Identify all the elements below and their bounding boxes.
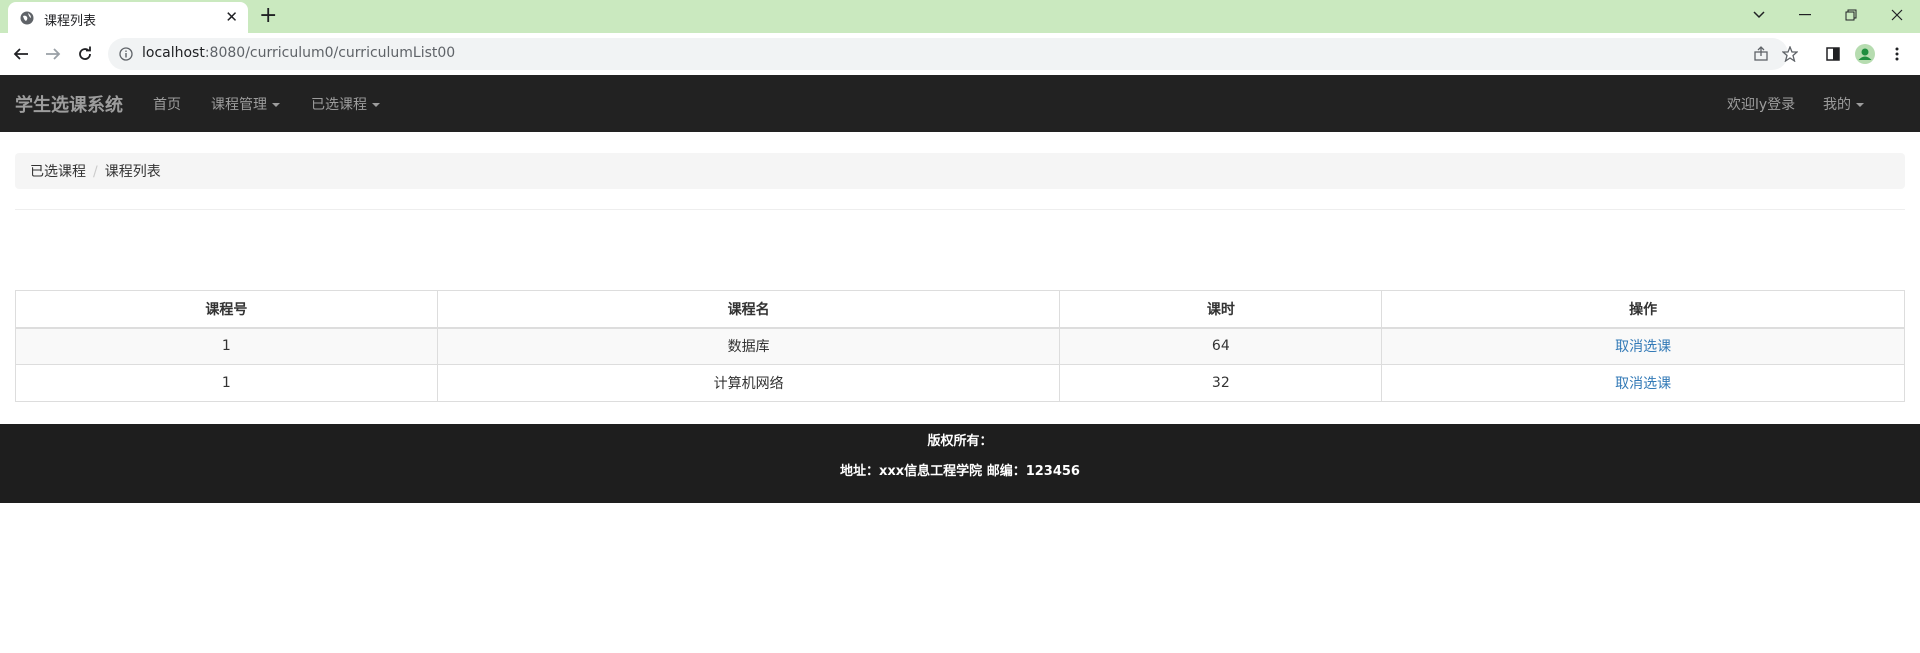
cancel-selection-link[interactable]: 取消选课: [1615, 376, 1671, 392]
globe-icon: [20, 11, 34, 25]
nav-link-home[interactable]: 首页: [153, 94, 181, 114]
bookmark-star-icon[interactable]: [1781, 45, 1799, 63]
table-header-row: 课程号 课程名 课时 操作: [15, 290, 1905, 329]
nav-dropdown-label: 已选课程: [311, 97, 367, 113]
tab-search-icon[interactable]: [1736, 0, 1782, 30]
side-panel-icon[interactable]: [1823, 44, 1843, 64]
nav-welcome[interactable]: 欢迎ly登录: [1727, 94, 1795, 114]
table-row: 1 计算机网络 32 取消选课: [15, 364, 1905, 402]
nav-dropdown-selected-courses[interactable]: 已选课程: [311, 94, 380, 114]
browser-tab[interactable]: 课程列表 ✕: [8, 2, 248, 33]
nav-dropdown-course-management[interactable]: 课程管理: [211, 94, 280, 114]
browser-tab-bar: 课程列表 ✕ +: [0, 0, 1920, 33]
column-header-course-id: 课程号: [15, 290, 438, 329]
nav-dropdown-label: 我的: [1823, 97, 1851, 113]
cell-action: 取消选课: [1381, 364, 1905, 402]
browser-toolbar: localhost:8080/curriculum0/curriculumLis…: [0, 33, 1920, 75]
cell-action: 取消选课: [1381, 327, 1905, 365]
cell-course-name: 计算机网络: [436, 364, 1061, 402]
restore-icon[interactable]: [1828, 0, 1874, 30]
breadcrumb-item[interactable]: 已选课程: [30, 164, 86, 180]
url-path: :8080/curriculum0/curriculumList00: [204, 45, 456, 61]
caret-down-icon: [1856, 103, 1864, 107]
column-header-hours: 课时: [1059, 290, 1383, 329]
cancel-selection-link[interactable]: 取消选课: [1615, 339, 1671, 355]
breadcrumb-separator: /: [93, 164, 98, 180]
brand-title[interactable]: 学生选课系统: [15, 91, 123, 117]
share-icon[interactable]: [1753, 46, 1769, 62]
close-window-icon[interactable]: [1874, 0, 1920, 30]
course-table: 课程号 课程名 课时 操作 1 数据库 64 取消选课 1 计算机网络 32 取…: [15, 290, 1905, 402]
caret-down-icon: [272, 103, 280, 107]
nav-dropdown-mine[interactable]: 我的: [1823, 94, 1864, 114]
breadcrumb-item-current: 课程列表: [104, 164, 161, 180]
page-content: 学生选课系统 首页 课程管理 已选课程 欢迎ly登录 我的 已选课程 / 课程列表 …: [0, 75, 1920, 653]
footer-address: 地址：xxx信息工程学院 邮编：123456: [840, 464, 1080, 479]
caret-down-icon: [372, 103, 380, 107]
top-navbar: 学生选课系统 首页 课程管理 已选课程 欢迎ly登录 我的: [0, 75, 1920, 132]
breadcrumb: 已选课程 / 课程列表: [15, 153, 1905, 189]
footer-copyright: 版权所有：: [927, 434, 993, 449]
column-header-action: 操作: [1381, 290, 1905, 329]
tab-close-icon[interactable]: ✕: [225, 8, 238, 26]
url-host: localhost: [142, 45, 205, 61]
url-text: localhost:8080/curriculum0/curriculumLis…: [142, 45, 455, 61]
tab-title: 课程列表: [44, 14, 97, 29]
cell-hours: 32: [1059, 364, 1383, 402]
divider: [15, 209, 1905, 210]
address-bar[interactable]: localhost:8080/curriculum0/curriculumLis…: [108, 38, 1799, 70]
site-info-icon[interactable]: [119, 47, 133, 61]
cell-course-id: 1: [15, 327, 438, 365]
profile-avatar-icon[interactable]: [1855, 44, 1875, 64]
cell-hours: 64: [1059, 327, 1383, 365]
table-row: 1 数据库 64 取消选课: [15, 327, 1905, 365]
back-arrow-icon[interactable]: [11, 44, 31, 64]
cell-course-name: 数据库: [436, 327, 1061, 365]
minimize-icon[interactable]: [1782, 0, 1828, 30]
column-header-course-name: 课程名: [436, 290, 1061, 329]
footer: 版权所有： 地址：xxx信息工程学院 邮编：123456: [0, 424, 1920, 503]
browser-menu-icon[interactable]: [1887, 44, 1907, 64]
nav-dropdown-label: 课程管理: [211, 97, 267, 113]
new-tab-icon[interactable]: +: [259, 4, 277, 28]
forward-arrow-icon[interactable]: [43, 44, 63, 64]
reload-icon[interactable]: [75, 44, 95, 64]
cell-course-id: 1: [15, 364, 438, 402]
